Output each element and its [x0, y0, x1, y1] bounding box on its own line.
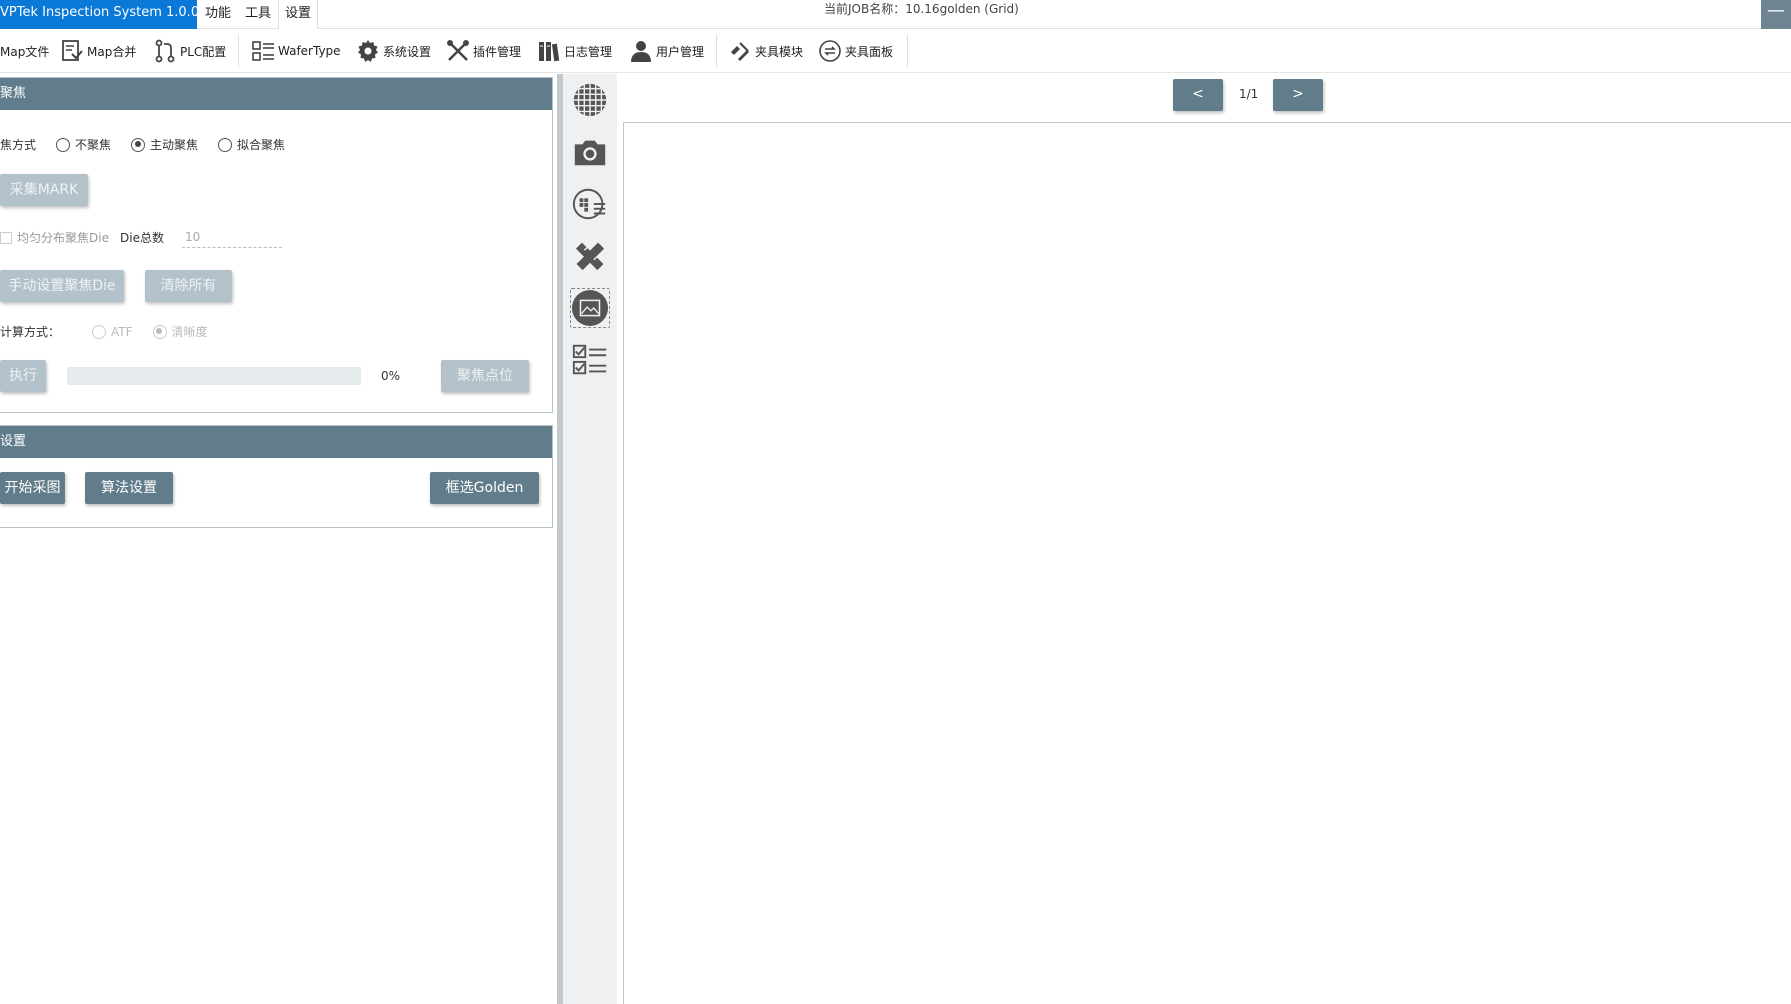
focus-mode-label: 焦方式 — [0, 138, 37, 152]
focus-panel: 聚焦 焦方式 不聚焦 主动聚焦 拟合聚焦 采集MARK 均匀分布聚焦Die Di… — [0, 77, 553, 413]
start-capture-button[interactable]: 开始采图 — [0, 472, 65, 504]
progress-text: 0% — [381, 369, 401, 383]
toolbar-separator — [238, 35, 239, 67]
radio-active-focus[interactable]: 主动聚焦 — [131, 136, 198, 153]
user-icon — [631, 41, 651, 62]
algorithm-settings-button[interactable]: 算法设置 — [85, 472, 173, 504]
radio-dot — [92, 324, 107, 339]
toolbar-fixture-panel[interactable]: 夹具面板 — [818, 36, 893, 66]
rail-image-button[interactable] — [570, 288, 610, 328]
die-total-label: Die总数 — [120, 231, 164, 245]
image-canvas[interactable] — [623, 122, 1791, 1004]
toolbar-wafer-type[interactable]: WaferType — [251, 36, 341, 66]
radio-dot — [131, 137, 146, 152]
toolbar-label: 用户管理 — [656, 44, 705, 59]
execute-button[interactable]: 执行 — [0, 360, 46, 392]
gear-icon — [358, 40, 378, 62]
radio-dot — [218, 137, 233, 152]
map-merge-icon — [62, 40, 83, 61]
radio-label: 清晰度 — [171, 325, 208, 339]
toolbar-label: Map文件 — [0, 44, 50, 59]
toolbar-map-merge[interactable]: Map合并 — [60, 36, 136, 66]
fixture-panel-icon — [819, 40, 841, 62]
clear-all-button[interactable]: 清除所有 — [145, 270, 232, 302]
toolbar-log-manage[interactable]: 日志管理 — [537, 36, 612, 66]
radio-sharpness[interactable]: 清晰度 — [152, 323, 208, 340]
title-bar: VPTek Inspection System 1.0.0.0 功能 工具 设置… — [0, 0, 1791, 29]
even-distribute-row: 均匀分布聚焦Die — [0, 229, 109, 246]
radio-label: 主动聚焦 — [150, 138, 199, 152]
toolbar-label: 夹具面板 — [845, 44, 894, 59]
wafer-map-list-icon — [572, 188, 606, 220]
settings-panel: 设置 开始采图 算法设置 框选Golden — [0, 425, 553, 528]
calc-mode-row: 计算方式： ATF 清晰度 — [0, 323, 228, 340]
job-name: 当前JOB名称：10.16golden (Grid) — [824, 2, 1019, 16]
rail-ruler-button[interactable] — [570, 236, 610, 276]
wafer-type-icon — [252, 41, 274, 61]
manual-set-focus-die-button[interactable]: 手动设置聚焦Die — [0, 270, 124, 302]
page-indicator: 1/1 — [1239, 87, 1259, 101]
radio-dot — [152, 324, 167, 339]
rail-checklist-button[interactable] — [570, 340, 610, 380]
toolbar-label: WaferType — [278, 44, 341, 58]
focus-panel-header: 聚焦 — [0, 78, 552, 110]
even-distribute-checkbox[interactable] — [0, 231, 12, 244]
collect-mark-button[interactable]: 采集MARK — [0, 174, 88, 206]
toolbar-label: 系统设置 — [383, 44, 432, 59]
toolbar-label: 夹具模块 — [755, 44, 804, 59]
even-distribute-label: 均匀分布聚焦Die — [17, 231, 109, 245]
log-books-icon — [539, 42, 560, 62]
focus-mode-row: 焦方式 不聚焦 主动聚焦 拟合聚焦 — [0, 136, 305, 153]
rail-wafer-map-list-button[interactable] — [570, 184, 610, 224]
tools-icon — [447, 40, 469, 61]
prev-page-button[interactable]: < — [1173, 79, 1223, 111]
wafer-grid-icon — [573, 83, 607, 117]
fixture-icon — [731, 42, 749, 61]
radio-fit-focus[interactable]: 拟合聚焦 — [218, 136, 285, 153]
rail-wafer-grid-button[interactable] — [570, 80, 610, 120]
radio-label: 不聚焦 — [75, 138, 112, 152]
calc-mode-label: 计算方式： — [0, 325, 61, 339]
settings-panel-header: 设置 — [0, 426, 552, 458]
select-golden-button[interactable]: 框选Golden — [430, 472, 539, 504]
toolbar-label: 日志管理 — [564, 44, 613, 59]
toolbar-fixture-module[interactable]: 夹具模块 — [728, 36, 803, 66]
toolbar-map-file[interactable]: Map文件 — [0, 36, 49, 66]
toolbar-separator — [907, 35, 908, 67]
rail-camera-button[interactable] — [570, 132, 610, 172]
next-page-button[interactable]: > — [1273, 79, 1323, 111]
menu-settings[interactable]: 设置 — [278, 0, 319, 29]
radio-dot — [56, 137, 71, 152]
camera-icon — [574, 140, 606, 166]
image-view-area: < 1/1 > — [617, 74, 1791, 1004]
toolbar-label: Map合并 — [87, 44, 137, 59]
icon-rail — [563, 74, 617, 1004]
menu-tools[interactable]: 工具 — [245, 0, 271, 29]
ruler-pencil-icon — [575, 242, 605, 271]
toolbar-label: 插件管理 — [473, 44, 522, 59]
menu-function[interactable]: 功能 — [205, 0, 231, 29]
app-title: VPTek Inspection System 1.0.0.0 — [0, 0, 197, 29]
toolbar: Map文件 Map合并 PLC配置 WaferType 系统设置 插件管理 日志… — [0, 29, 1791, 73]
minimize-button[interactable]: — — [1761, 0, 1791, 29]
toolbar-user-manage[interactable]: 用户管理 — [629, 36, 704, 66]
toolbar-label: PLC配置 — [180, 44, 227, 59]
radio-label: ATF — [111, 324, 133, 339]
die-total-input[interactable]: 10 — [182, 226, 282, 248]
toolbar-system-settings[interactable]: 系统设置 — [356, 36, 431, 66]
toolbar-plc-config[interactable]: PLC配置 — [153, 36, 226, 66]
plc-config-icon — [155, 39, 175, 63]
checklist-icon — [572, 344, 607, 375]
radio-atf[interactable]: ATF — [92, 324, 133, 339]
radio-no-focus[interactable]: 不聚焦 — [56, 136, 111, 153]
focus-point-button[interactable]: 聚焦点位 — [441, 360, 529, 392]
toolbar-separator — [716, 35, 717, 67]
image-frame-icon — [571, 289, 609, 327]
radio-label: 拟合聚焦 — [237, 138, 286, 152]
focus-progress-bar — [67, 367, 361, 385]
toolbar-plugin-manage[interactable]: 插件管理 — [446, 36, 521, 66]
